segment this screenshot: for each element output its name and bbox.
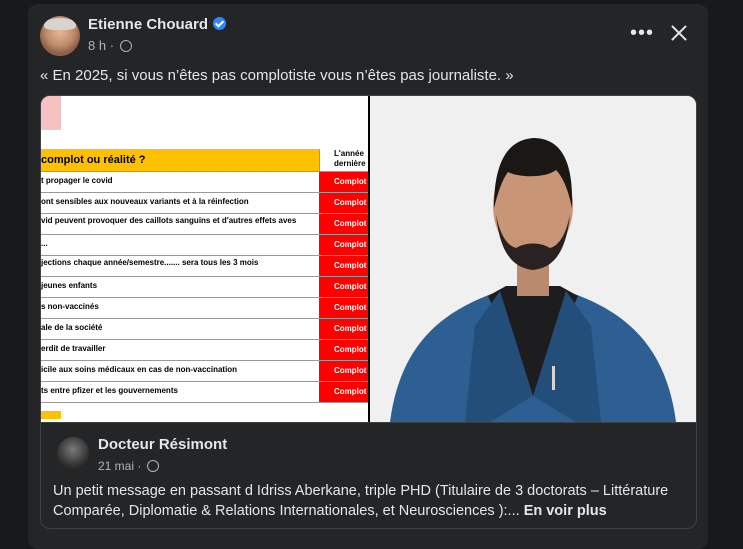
table-header: complot ou réalité ? L'année dernière bbox=[41, 149, 368, 172]
table-cell-text: erdit de travailler bbox=[41, 344, 106, 353]
see-more-link[interactable]: En voir plus bbox=[524, 503, 607, 519]
complot-tag: Complot bbox=[319, 172, 368, 192]
globe-icon bbox=[119, 40, 132, 52]
meta-separator: · bbox=[137, 459, 142, 473]
comparison-table: complot ou réalité ? L'année dernière t … bbox=[41, 149, 368, 403]
table-cell-text: ont sensibles aux nouveaux variants et à… bbox=[41, 197, 249, 206]
meta-separator: · bbox=[109, 38, 115, 53]
table-row: ... Complot bbox=[41, 235, 368, 256]
post-text: « En 2025, si vous n’êtes pas complotist… bbox=[40, 67, 514, 84]
preview-image-portrait bbox=[370, 96, 696, 422]
more-options-button[interactable]: ••• bbox=[630, 23, 654, 43]
table-row: t propager le covid Complot bbox=[41, 172, 368, 193]
table-cell-text: jeunes enfants bbox=[41, 281, 98, 290]
page-meta: 21 mai · bbox=[98, 459, 159, 473]
table-cell-text: s non-vaccinés bbox=[41, 302, 99, 311]
image-decoration bbox=[41, 411, 61, 419]
image-decoration bbox=[41, 96, 61, 130]
page-name[interactable]: Docteur Résimont bbox=[98, 436, 227, 453]
table-cell-text: vid peuvent provoquer des caillots sangu… bbox=[41, 216, 297, 225]
complot-tag: Complot bbox=[319, 235, 368, 255]
author-name-label[interactable]: Etienne Chouard bbox=[88, 16, 208, 33]
page-avatar[interactable] bbox=[57, 437, 89, 469]
complot-tag: Complot bbox=[319, 319, 368, 339]
table-cell-text: t propager le covid bbox=[41, 176, 113, 185]
table-row: s non-vaccinés Complot bbox=[41, 298, 368, 319]
complot-tag: Complot bbox=[319, 214, 368, 234]
table-row: icile aux soins médicaux en cas de non-v… bbox=[41, 361, 368, 382]
table-row: ale de la société Complot bbox=[41, 319, 368, 340]
portrait-photo bbox=[370, 96, 696, 422]
complot-tag: Complot bbox=[319, 340, 368, 360]
globe-icon bbox=[146, 460, 159, 472]
author-avatar[interactable] bbox=[40, 16, 80, 56]
table-cell-text: ts entre pfizer et les gouvernements bbox=[41, 386, 178, 395]
post-time[interactable]: 8 h bbox=[88, 38, 106, 53]
table-cell-text: ... bbox=[41, 239, 48, 248]
complot-tag: Complot bbox=[319, 298, 368, 318]
table-row: ont sensibles aux nouveaux variants et à… bbox=[41, 193, 368, 214]
complot-tag: Complot bbox=[319, 256, 368, 276]
complot-tag: Complot bbox=[319, 382, 368, 402]
verified-badge-icon bbox=[213, 17, 227, 30]
link-info: Docteur Résimont 21 mai · Un petit messa… bbox=[41, 422, 696, 528]
complot-tag: Complot bbox=[319, 193, 368, 213]
more-horizontal-icon: ••• bbox=[630, 22, 655, 44]
complot-tag: Complot bbox=[319, 361, 368, 381]
page-date[interactable]: 21 mai bbox=[98, 459, 134, 473]
table-row: erdit de travailler Complot bbox=[41, 340, 368, 361]
table-cell-text: icile aux soins médicaux en cas de non-v… bbox=[41, 365, 238, 374]
table-row: ts entre pfizer et les gouvernements Comp… bbox=[41, 382, 368, 403]
table-row: jections chaque année/semestre....... se… bbox=[41, 256, 368, 277]
complot-tag: Complot bbox=[319, 277, 368, 297]
link-description: Un petit message en passant d Idriss Abe… bbox=[53, 481, 688, 521]
post-card: Etienne Chouard 8 h · ••• « En 2025, si … bbox=[28, 4, 708, 549]
table-title: complot ou réalité ? bbox=[41, 154, 146, 166]
preview-image-table: complot ou réalité ? L'année dernière t … bbox=[41, 96, 368, 422]
table-row: vid peuvent provoquer des caillots sangu… bbox=[41, 214, 368, 235]
table-cell-text: jections chaque année/semestre....... se… bbox=[41, 258, 259, 267]
link-preview-card[interactable]: complot ou réalité ? L'année dernière t … bbox=[40, 95, 697, 529]
post-meta: 8 h · bbox=[88, 38, 132, 53]
table-row: jeunes enfants Complot bbox=[41, 277, 368, 298]
close-button[interactable] bbox=[668, 22, 690, 44]
author-name[interactable]: Etienne Chouard bbox=[88, 16, 227, 33]
table-cell-text: ale de la société bbox=[41, 323, 103, 332]
table-column-header: L'année dernière bbox=[319, 149, 368, 171]
